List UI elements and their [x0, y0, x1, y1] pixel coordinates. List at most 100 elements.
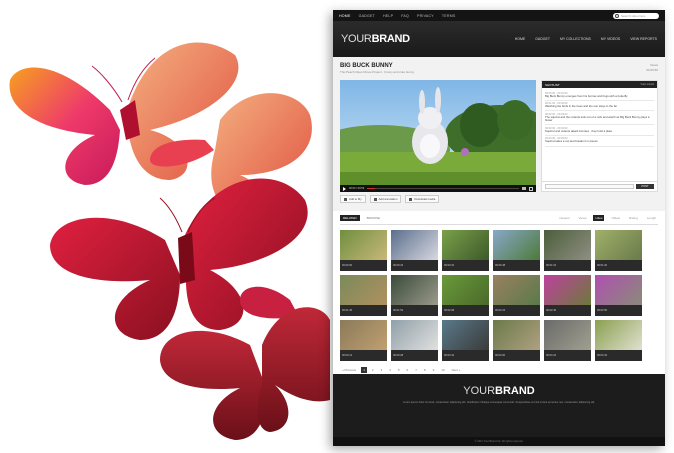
- video-thumbnail[interactable]: 00:02:40: [544, 275, 591, 316]
- pager-page[interactable]: 7: [413, 367, 419, 373]
- top-nav-gadget[interactable]: GADGET: [359, 14, 375, 18]
- volume-icon[interactable]: [522, 187, 526, 190]
- video-thumbnail[interactable]: 00:01:20: [595, 230, 642, 271]
- main-nav-gadget[interactable]: GADGET: [535, 37, 550, 41]
- thumbnail-image: [442, 230, 489, 260]
- video-subtitle: The Peach Open Movie Project · Funny and…: [340, 70, 415, 74]
- top-bar: HOME GADGET HELP FAQ PRIVACY TERMS Searc…: [333, 10, 665, 21]
- video-thumbnail[interactable]: 00:03:44: [442, 320, 489, 361]
- search-input[interactable]: Search video here: [613, 12, 659, 19]
- video-thumbnail[interactable]: 00:00:48: [493, 230, 540, 271]
- shotlist-item[interactable]: 00:00:00 - 00:01:00 Big Buck Bunny emerge…: [545, 90, 654, 101]
- top-nav-help[interactable]: HELP: [383, 14, 393, 18]
- shotlist-item[interactable]: 00:03:00 - 00:04:00 Squirrel and rodents …: [545, 125, 654, 136]
- tab-browse[interactable]: BROWSE: [364, 215, 383, 221]
- thumbnail-caption: 00:02:56: [595, 305, 642, 316]
- play-icon[interactable]: [343, 186, 346, 191]
- video-thumbnail[interactable]: 00:04:32: [595, 320, 642, 361]
- main-nav-collections[interactable]: MY COLLECTIONS: [560, 37, 591, 41]
- video-thumbnail[interactable]: 00:01:52: [391, 275, 438, 316]
- add-to-my-button[interactable]: Add to My: [340, 195, 366, 203]
- sort-option[interactable]: Views: [577, 215, 589, 221]
- brand-logo[interactable]: YOURBRAND: [341, 33, 515, 45]
- thumbnail-time: 00:03:44: [444, 354, 455, 357]
- thumbnail-caption: 00:00:00: [340, 260, 387, 271]
- pager-page[interactable]: 10: [439, 367, 446, 373]
- shotlist-post-button[interactable]: POST: [636, 184, 654, 189]
- video-thumbnail[interactable]: 00:04:16: [544, 320, 591, 361]
- gallery-toolbar: RELATED BROWSE Newest Views Likes Oldest Rat…: [340, 215, 658, 225]
- thumbnail-time: 00:04:00: [495, 354, 506, 357]
- thumbnail-caption: 00:04:00: [493, 350, 540, 361]
- video-thumbnail[interactable]: 00:00:00: [340, 230, 387, 271]
- add-icon: [344, 197, 347, 201]
- thumbnail-image: [493, 230, 540, 260]
- thumbnail-time: 00:02:40: [546, 309, 557, 312]
- main-nav-home[interactable]: HOME: [515, 37, 526, 41]
- video-thumbnail[interactable]: 00:00:32: [442, 230, 489, 271]
- sort-option[interactable]: Newest: [557, 215, 571, 221]
- pager-page[interactable]: 8: [422, 367, 428, 373]
- download-media-label: Download media: [414, 197, 436, 201]
- pager-page[interactable]: 9: [431, 367, 437, 373]
- thumbnail-caption: 00:04:16: [544, 350, 591, 361]
- top-nav-faq[interactable]: FAQ: [401, 14, 409, 18]
- gallery-tabs: RELATED BROWSE: [340, 215, 383, 221]
- video-thumbnail[interactable]: 00:00:16: [391, 230, 438, 271]
- fullscreen-icon[interactable]: [529, 186, 533, 191]
- website-mockup: HOME GADGET HELP FAQ PRIVACY TERMS Searc…: [333, 10, 665, 446]
- thumbnail-image: [340, 320, 387, 350]
- shotlist-item[interactable]: 00:04:00 - 00:05:00 Squirrel takes a nut …: [545, 136, 654, 147]
- thumbnail-caption: 00:02:08: [442, 305, 489, 316]
- video-thumbnail[interactable]: 00:03:12: [340, 320, 387, 361]
- thumbnail-image: [493, 275, 540, 305]
- main-nav-videos[interactable]: MY VIDEOS: [601, 37, 620, 41]
- shotlist-subtitle[interactable]: View sorted: [640, 83, 654, 86]
- footer-brand-main: YOUR: [463, 385, 496, 397]
- sort-option[interactable]: Oldest: [609, 215, 622, 221]
- shotlist-item[interactable]: 00:01:00 - 00:02:00 Watching the birds in…: [545, 101, 654, 112]
- shotlist-title: SHOTLIST: [545, 82, 560, 87]
- add-annotation-button[interactable]: Add annotation: [369, 195, 402, 203]
- thumbnail-time: 00:03:12: [342, 354, 353, 357]
- thumbnail-caption: 00:02:24: [493, 305, 540, 316]
- video-thumbnail[interactable]: 00:03:28: [391, 320, 438, 361]
- site-header: YOURBRAND HOME GADGET MY COLLECTIONS MY …: [333, 21, 665, 57]
- video-player[interactable]: 00:00 / 09:56: [333, 80, 555, 192]
- thumbnail-image: [442, 320, 489, 350]
- shotlist-item-text: Big Buck Bunny emerges from his burrow a…: [545, 93, 628, 98]
- thumbnail-time: 00:01:52: [393, 309, 404, 312]
- thumbnail-time: 00:01:20: [597, 264, 608, 267]
- video-thumbnail[interactable]: 00:04:00: [493, 320, 540, 361]
- pager-page[interactable]: 3: [379, 367, 385, 373]
- main-nav-reports[interactable]: VIEW REPORTS: [630, 37, 657, 41]
- promo-screenshot: HOME GADGET HELP FAQ PRIVACY TERMS Searc…: [0, 0, 674, 453]
- sort-option[interactable]: Rating: [627, 215, 640, 221]
- pager-page[interactable]: 5: [396, 367, 402, 373]
- tab-related[interactable]: RELATED: [340, 215, 360, 221]
- thumbnail-image: [595, 275, 642, 305]
- shotlist-item-text: Watching the birds in the trees and the …: [545, 104, 618, 109]
- video-thumbnail[interactable]: 00:01:04: [544, 230, 591, 271]
- pager-page[interactable]: 4: [387, 367, 393, 373]
- pager-page[interactable]: 2: [370, 367, 376, 373]
- video-thumbnail[interactable]: 00:01:36: [340, 275, 387, 316]
- shotlist-item[interactable]: 00:02:00 - 00:03:00 The squirrel and the …: [545, 111, 654, 126]
- video-thumbnail[interactable]: 00:02:56: [595, 275, 642, 316]
- sort-option[interactable]: Length: [645, 215, 658, 221]
- sort-option[interactable]: Likes: [593, 215, 605, 221]
- top-nav: HOME GADGET HELP FAQ PRIVACY TERMS: [339, 14, 613, 18]
- top-nav-privacy[interactable]: PRIVACY: [417, 14, 434, 18]
- video-thumbnail[interactable]: 00:02:08: [442, 275, 489, 316]
- top-nav-terms[interactable]: TERMS: [442, 14, 456, 18]
- video-progress-bar[interactable]: [367, 187, 519, 190]
- thumbnail-time: 00:00:32: [444, 264, 455, 267]
- shotlist-input[interactable]: [545, 184, 634, 189]
- pager-page[interactable]: 6: [405, 367, 411, 373]
- pager-page[interactable]: 1: [361, 367, 367, 373]
- pager-prev[interactable]: « Previous: [340, 367, 358, 373]
- download-media-button[interactable]: Download media: [405, 195, 440, 203]
- pager-next[interactable]: Next »: [450, 367, 463, 373]
- top-nav-home[interactable]: HOME: [339, 14, 351, 18]
- video-thumbnail[interactable]: 00:02:24: [493, 275, 540, 316]
